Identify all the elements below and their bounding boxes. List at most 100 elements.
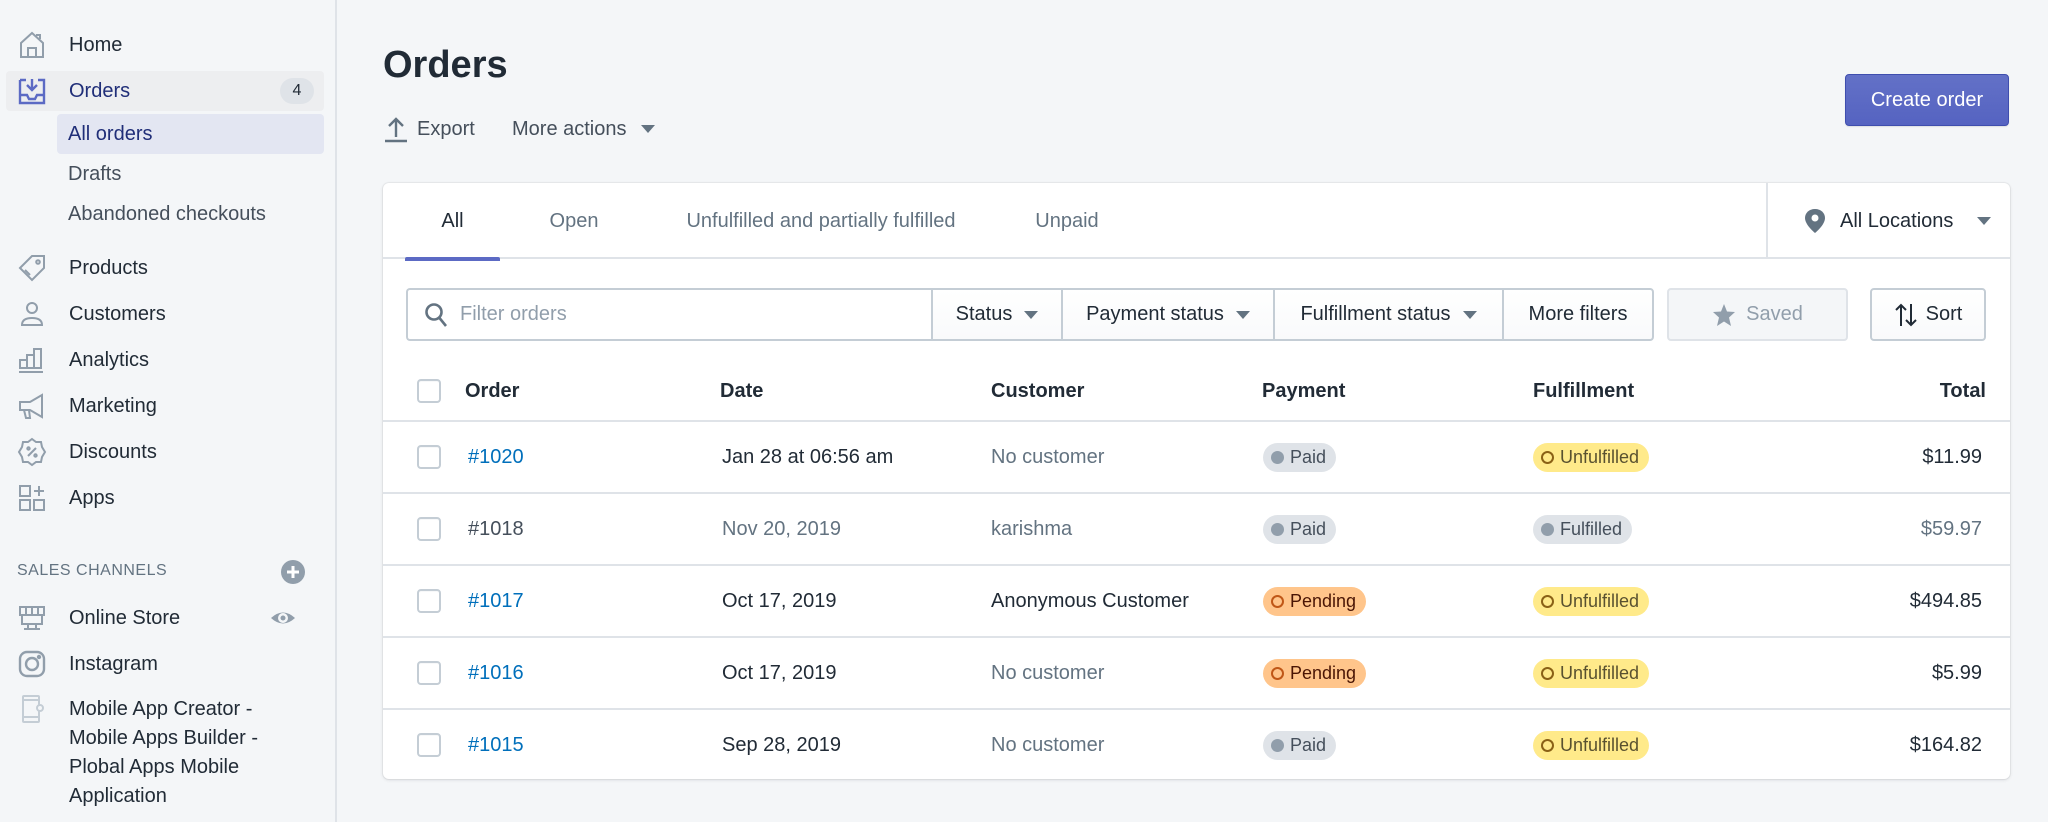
- saved-label: Saved: [1746, 303, 1803, 325]
- add-sales-channel-icon[interactable]: [280, 559, 306, 585]
- orders-card: All Open Unfulfilled and partially fulfi…: [383, 183, 2010, 779]
- status-dot-icon: [1271, 594, 1284, 608]
- orders-icon: [16, 75, 48, 107]
- select-all-checkbox[interactable]: [417, 379, 441, 403]
- fulfillment-status-cell: Unfulfilled: [1533, 566, 1650, 636]
- order-customer: karishma: [991, 517, 1073, 540]
- payment-status-text: Pending: [1290, 590, 1357, 611]
- tab-unpaid[interactable]: Unpaid: [1017, 183, 1117, 259]
- tab-open[interactable]: Open: [526, 183, 622, 259]
- fulfillment-status-badge: Unfulfilled: [1533, 658, 1650, 688]
- sidebar-item-mobile-app-creator[interactable]: Mobile App Creator - Mobile Apps Builder…: [69, 695, 309, 811]
- caret-down-icon: [1977, 217, 1992, 225]
- row-checkbox[interactable]: [417, 589, 441, 613]
- apps-icon: [16, 482, 48, 514]
- payment-status-text: Paid: [1290, 734, 1327, 755]
- sidebar-item-products[interactable]: Products: [6, 248, 324, 288]
- sidebar-subitem-abandoned-checkouts[interactable]: Abandoned checkouts: [57, 194, 324, 234]
- table-row[interactable]: #1015 Sep 28, 2019 No customer Paid Unfu…: [383, 710, 2010, 779]
- sidebar-item-instagram[interactable]: Instagram: [6, 644, 324, 684]
- order-number-link[interactable]: #1017: [468, 566, 524, 636]
- table-row[interactable]: #1020 Jan 28 at 06:56 am No customer Pai…: [383, 422, 2010, 494]
- sidebar-item-label: Instagram: [69, 652, 158, 675]
- payment-status-badge: Pending: [1263, 586, 1367, 616]
- order-total: $5.99: [1931, 661, 1982, 684]
- bar-chart-icon: [16, 344, 48, 376]
- column-header-fulfillment[interactable]: Fulfillment: [1533, 361, 1634, 422]
- order-number-link[interactable]: #1015: [468, 710, 524, 779]
- status-filter-button[interactable]: Status: [931, 288, 1061, 341]
- column-header-customer[interactable]: Customer: [991, 361, 1084, 422]
- payment-status-badge: Paid: [1263, 730, 1337, 760]
- create-order-button[interactable]: Create order: [1845, 74, 2009, 126]
- order-customer: No customer: [991, 733, 1105, 756]
- tab-unfulfilled[interactable]: Unfulfilled and partially fulfilled: [636, 183, 1006, 259]
- status-filter-label: Status: [955, 303, 1013, 325]
- status-dot-icon: [1541, 522, 1554, 536]
- sidebar-item-home[interactable]: Home: [6, 25, 324, 65]
- more-filters-label: More filters: [1528, 303, 1628, 325]
- sort-arrows-icon: [1894, 303, 1917, 326]
- order-number-link[interactable]: #1018: [468, 494, 524, 564]
- column-header-order[interactable]: Order: [465, 361, 519, 422]
- payment-status-badge: Pending: [1263, 658, 1367, 688]
- payment-status-cell: Pending: [1263, 638, 1367, 708]
- filter-orders-input[interactable]: [460, 303, 900, 326]
- sidebar-item-marketing[interactable]: Marketing: [6, 386, 324, 426]
- fulfillment-status-text: Unfulfilled: [1560, 734, 1640, 755]
- table-row[interactable]: #1016 Oct 17, 2019 No customer Pending U…: [383, 638, 2010, 710]
- sidebar-subitem-drafts[interactable]: Drafts: [57, 154, 324, 194]
- sidebar-item-label: Home: [69, 33, 123, 56]
- status-dot-icon: [1541, 666, 1554, 680]
- search-field[interactable]: [406, 288, 931, 341]
- location-filter[interactable]: All Locations: [1766, 183, 2010, 259]
- column-header-payment[interactable]: Payment: [1262, 361, 1345, 422]
- sidebar-item-label: Orders: [69, 79, 131, 102]
- view-store-eye-icon[interactable]: [270, 605, 296, 631]
- status-dot-icon: [1271, 738, 1284, 752]
- fulfillment-status-badge: Unfulfilled: [1533, 442, 1650, 472]
- payment-status-filter-button[interactable]: Payment status: [1061, 288, 1273, 341]
- table-row[interactable]: #1017 Oct 17, 2019 Anonymous Customer Pe…: [383, 566, 2010, 638]
- sidebar-item-analytics[interactable]: Analytics: [6, 340, 324, 380]
- payment-status-cell: Paid: [1263, 710, 1337, 779]
- caret-down-icon: [640, 125, 655, 133]
- more-actions-button[interactable]: More actions: [512, 114, 663, 144]
- row-checkbox[interactable]: [417, 661, 441, 685]
- mobile-app-icon: [16, 693, 48, 725]
- table-row[interactable]: #1018 Nov 20, 2019 karishma Paid Fulfill…: [383, 494, 2010, 566]
- sidebar-item-discounts[interactable]: Discounts: [6, 432, 324, 472]
- person-icon: [16, 298, 48, 330]
- sidebar-item-orders[interactable]: Orders 4: [6, 71, 324, 111]
- export-button[interactable]: Export: [383, 114, 475, 144]
- order-number-link[interactable]: #1020: [468, 422, 524, 492]
- row-checkbox[interactable]: [417, 517, 441, 541]
- fulfillment-status-filter-button[interactable]: Fulfillment status: [1273, 288, 1502, 341]
- search-icon: [425, 302, 448, 327]
- column-header-total[interactable]: Total: [1940, 361, 1986, 422]
- tab-all[interactable]: All: [405, 183, 500, 261]
- sidebar-item-apps[interactable]: Apps: [6, 478, 324, 518]
- sort-button[interactable]: Sort: [1870, 288, 1986, 341]
- fulfillment-status-filter-label: Fulfillment status: [1300, 303, 1451, 325]
- row-checkbox[interactable]: [417, 733, 441, 757]
- column-header-date[interactable]: Date: [720, 361, 763, 422]
- sidebar-item-online-store[interactable]: Online Store: [6, 598, 324, 638]
- row-checkbox[interactable]: [417, 445, 441, 469]
- more-actions-label: More actions: [512, 117, 627, 140]
- payment-status-text: Pending: [1290, 662, 1357, 683]
- location-filter-label: All Locations: [1840, 209, 1954, 232]
- table-header: Order Date Customer Payment Fulfillment …: [383, 361, 2010, 422]
- megaphone-icon: [16, 390, 48, 422]
- payment-status-badge: Paid: [1263, 514, 1337, 544]
- discount-icon: [16, 436, 48, 468]
- order-customer: No customer: [991, 445, 1105, 468]
- sidebar-subitem-all-orders[interactable]: All orders: [57, 114, 324, 154]
- sidebar-item-customers[interactable]: Customers: [6, 294, 324, 334]
- saved-button[interactable]: Saved: [1667, 288, 1848, 341]
- status-dot-icon: [1541, 738, 1554, 752]
- more-filters-button[interactable]: More filters: [1502, 288, 1654, 341]
- order-number-link[interactable]: #1016: [468, 638, 524, 708]
- fulfillment-status-badge: Unfulfilled: [1533, 586, 1650, 616]
- caret-down-icon: [1024, 310, 1039, 319]
